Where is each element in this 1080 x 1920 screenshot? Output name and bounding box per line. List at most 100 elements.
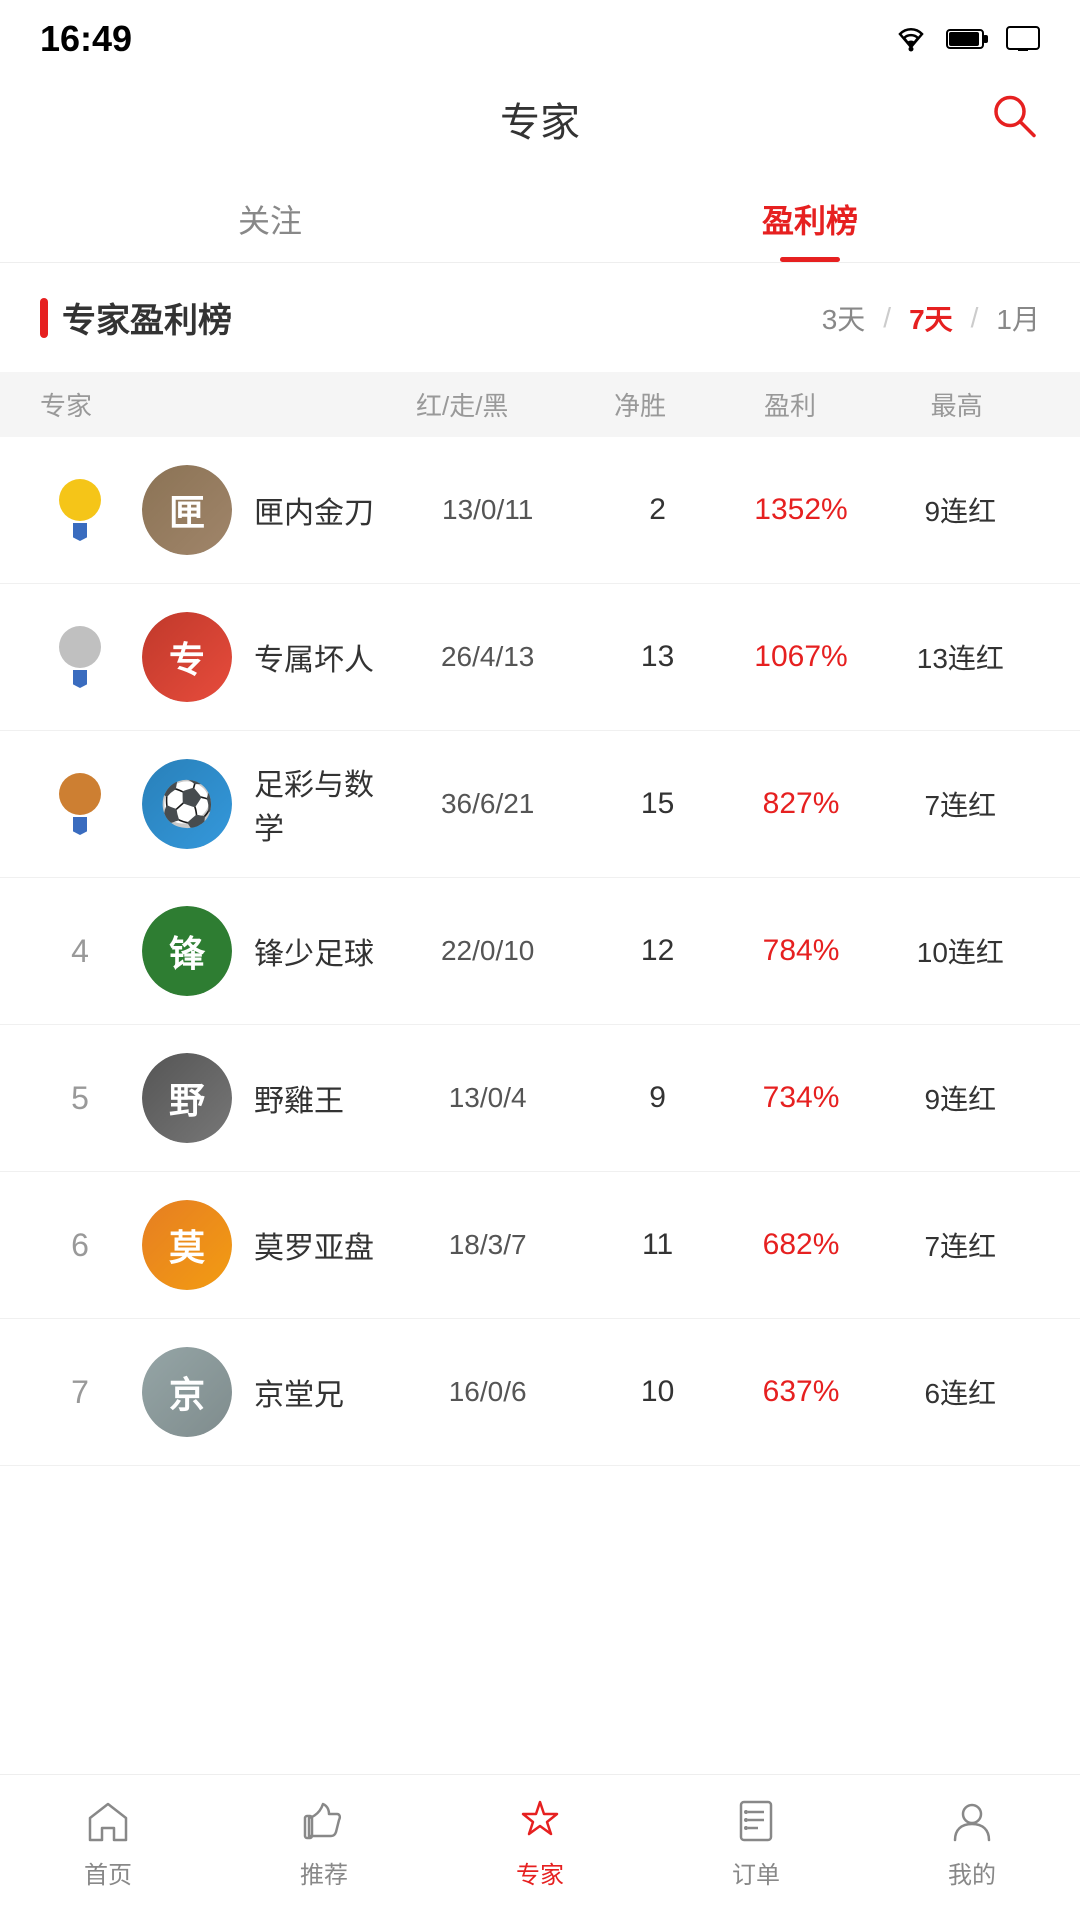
table-row[interactable]: 专 专属坏人 26/4/13 13 1067% 13连红 <box>0 584 1080 731</box>
tab-bar: 关注 盈利榜 <box>0 168 1080 263</box>
nav-home[interactable]: 首页 <box>0 1795 216 1890</box>
nav-home-label: 首页 <box>84 1855 132 1890</box>
avatar: 匣 <box>142 465 232 555</box>
record-value: 13/0/4 <box>381 1082 593 1114</box>
table-row[interactable]: 匣 匣内金刀 13/0/11 2 1352% 9连红 <box>0 437 1080 584</box>
rank-col <box>40 479 120 541</box>
battery-icon <box>946 27 990 51</box>
nav-expert-label: 专家 <box>516 1855 564 1890</box>
profit-value: 734% <box>721 1081 880 1115</box>
nav-expert[interactable]: 专家 <box>432 1795 648 1890</box>
period-7day[interactable]: 7天 <box>909 298 953 338</box>
record-value: 13/0/11 <box>381 494 593 526</box>
best-value: 7连红 <box>881 784 1040 824</box>
col-profit-header: 盈利 <box>707 386 874 423</box>
col-expert-header: 专家 <box>40 386 351 423</box>
expert-name: 京堂兄 <box>254 1370 381 1414</box>
record-value: 36/6/21 <box>381 788 593 820</box>
avatar: ⚽ <box>142 759 232 849</box>
win-value: 13 <box>594 640 721 674</box>
best-value: 7连红 <box>881 1225 1040 1265</box>
title-bar-decoration <box>40 298 48 338</box>
screen-icon <box>1006 26 1040 52</box>
rank-col <box>40 626 120 688</box>
record-value: 22/0/10 <box>381 935 593 967</box>
rank-col <box>40 773 120 835</box>
mine-icon <box>949 1798 995 1844</box>
rank-number: 4 <box>71 933 89 970</box>
rank-col: 7 <box>40 1374 120 1411</box>
profit-value: 1067% <box>721 640 880 674</box>
win-value: 9 <box>594 1081 721 1115</box>
table-row[interactable]: ⚽ 足彩与数学 36/6/21 15 827% 7连红 <box>0 731 1080 878</box>
table-row[interactable]: 5 野 野雞王 13/0/4 9 734% 9连红 <box>0 1025 1080 1172</box>
rank-number: 5 <box>71 1080 89 1117</box>
nav-mine-label: 我的 <box>948 1855 996 1890</box>
best-value: 6连红 <box>881 1372 1040 1412</box>
profit-value: 637% <box>721 1375 880 1409</box>
nav-mine[interactable]: 我的 <box>864 1795 1080 1890</box>
win-value: 2 <box>594 493 721 527</box>
table-row[interactable]: 7 京 京堂兄 16/0/6 10 637% 6连红 <box>0 1319 1080 1466</box>
win-value: 12 <box>594 934 721 968</box>
col-record-header: 红/走/黑 <box>351 386 573 423</box>
period-3day[interactable]: 3天 <box>822 298 866 338</box>
col-win-header: 净胜 <box>573 386 706 423</box>
expert-list: 匣 匣内金刀 13/0/11 2 1352% 9连红 专 专属坏人 26/4/1… <box>0 437 1080 1466</box>
expert-name: 专属坏人 <box>254 635 381 679</box>
expert-name: 莫罗亚盘 <box>254 1223 381 1267</box>
status-bar: 16:49 <box>0 0 1080 70</box>
tab-profit[interactable]: 盈利榜 <box>540 168 1080 262</box>
wifi-icon <box>892 25 930 53</box>
status-time: 16:49 <box>40 18 132 60</box>
rank-number: 6 <box>71 1227 89 1264</box>
recommend-icon <box>301 1798 347 1844</box>
expert-name: 匣内金刀 <box>254 488 381 532</box>
status-icons <box>892 25 1040 53</box>
table-header: 专家 红/走/黑 净胜 盈利 最高 <box>0 372 1080 437</box>
profit-value: 1352% <box>721 493 880 527</box>
home-icon <box>85 1798 131 1844</box>
tab-follow[interactable]: 关注 <box>0 168 540 262</box>
rank-col: 4 <box>40 933 120 970</box>
expert-name: 足彩与数学 <box>254 760 381 848</box>
avatar: 莫 <box>142 1200 232 1290</box>
nav-order[interactable]: 订单 <box>648 1795 864 1890</box>
page-header: 专家 <box>0 70 1080 168</box>
order-icon <box>733 1798 779 1844</box>
profit-value: 784% <box>721 934 880 968</box>
table-row[interactable]: 6 莫 莫罗亚盘 18/3/7 11 682% 7连红 <box>0 1172 1080 1319</box>
nav-recommend[interactable]: 推荐 <box>216 1795 432 1890</box>
win-value: 15 <box>594 787 721 821</box>
rank-number: 7 <box>71 1374 89 1411</box>
best-value: 9连红 <box>881 490 1040 530</box>
col-best-header: 最高 <box>873 386 1040 423</box>
expert-name: 野雞王 <box>254 1076 381 1120</box>
medal-gold <box>59 479 101 541</box>
best-value: 10连红 <box>881 931 1040 971</box>
win-value: 10 <box>594 1375 721 1409</box>
rank-col: 6 <box>40 1227 120 1264</box>
section-header: 专家盈利榜 3天 / 7天 / 1月 <box>0 263 1080 372</box>
avatar: 锋 <box>142 906 232 996</box>
medal-silver <box>59 626 101 688</box>
nav-order-label: 订单 <box>732 1855 780 1890</box>
profit-value: 682% <box>721 1228 880 1262</box>
medal-bronze <box>59 773 101 835</box>
page-title: 专家 <box>500 90 580 148</box>
nav-recommend-label: 推荐 <box>300 1855 348 1890</box>
avatar: 专 <box>142 612 232 702</box>
record-value: 26/4/13 <box>381 641 593 673</box>
best-value: 13连红 <box>881 637 1040 677</box>
period-1month[interactable]: 1月 <box>996 298 1040 338</box>
record-value: 16/0/6 <box>381 1376 593 1408</box>
table-row[interactable]: 4 锋 锋少足球 22/0/10 12 784% 10连红 <box>0 878 1080 1025</box>
avatar: 京 <box>142 1347 232 1437</box>
best-value: 9连红 <box>881 1078 1040 1118</box>
search-button[interactable] <box>988 90 1040 149</box>
period-filter: 3天 / 7天 / 1月 <box>822 298 1040 338</box>
rank-col: 5 <box>40 1080 120 1117</box>
expert-icon <box>517 1798 563 1844</box>
win-value: 11 <box>594 1228 721 1262</box>
avatar: 野 <box>142 1053 232 1143</box>
